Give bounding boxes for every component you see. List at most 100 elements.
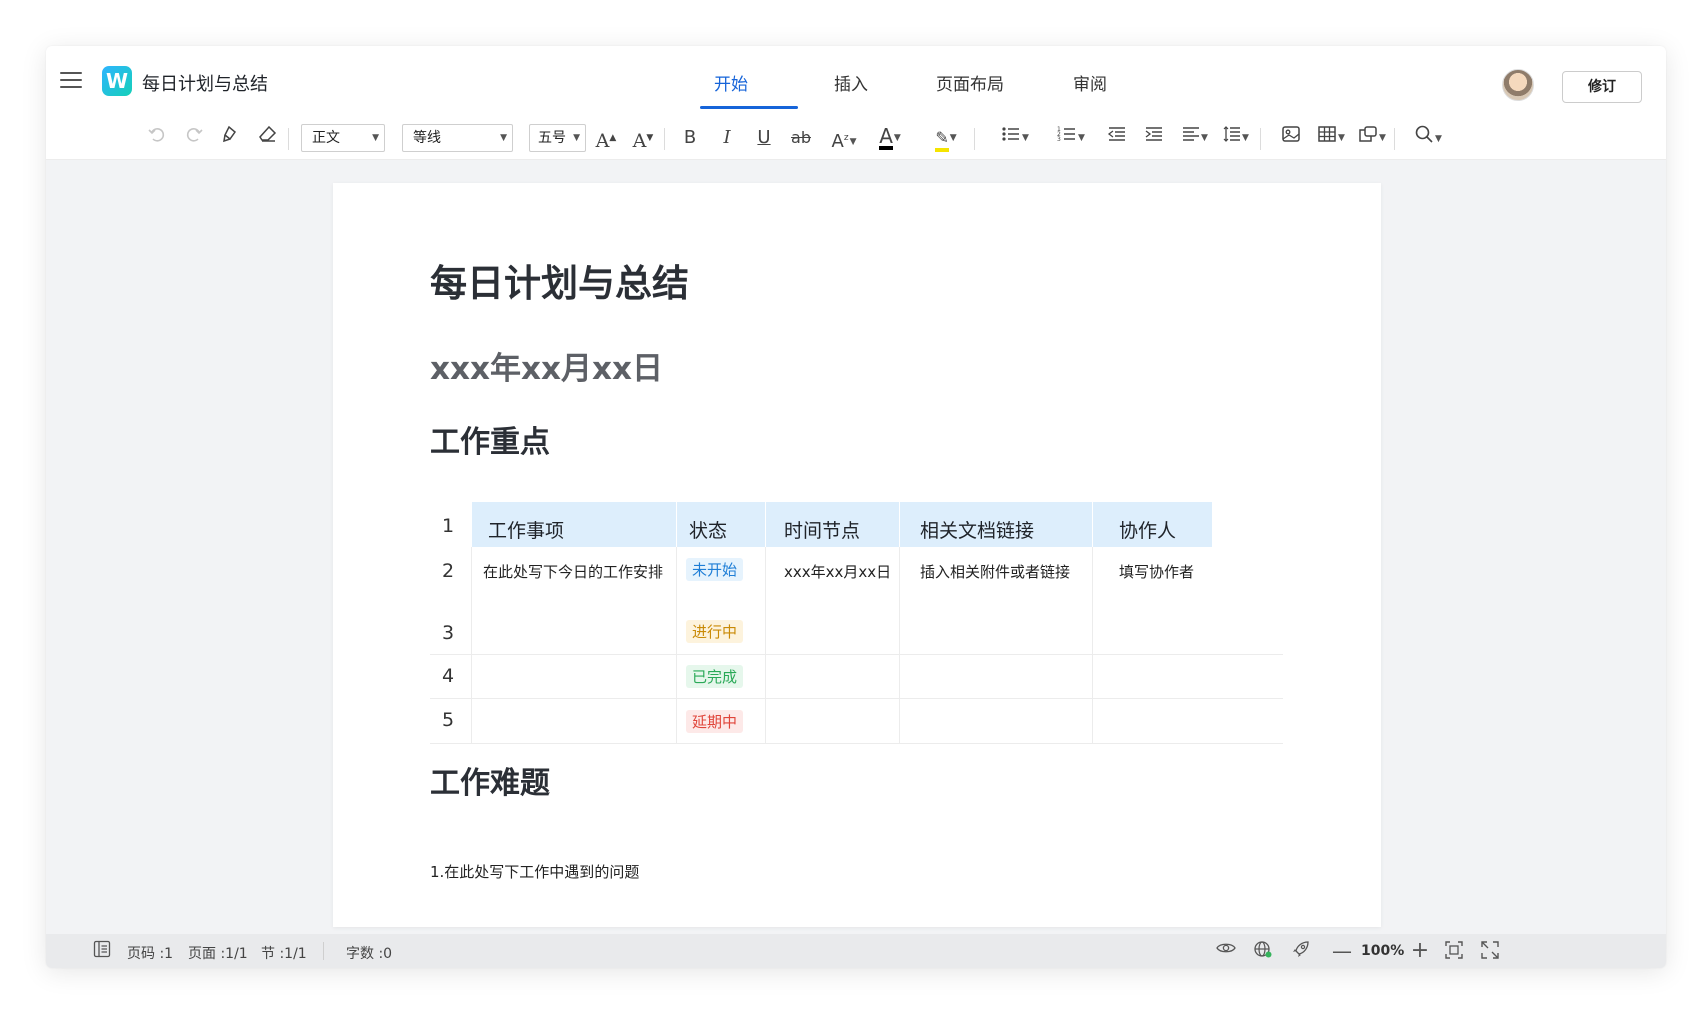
image-icon[interactable] xyxy=(1277,124,1305,152)
task-text: 在此处写下今日的工作安排 xyxy=(483,563,664,581)
row-number: 3 xyxy=(442,622,455,644)
row-number: 1 xyxy=(442,515,455,537)
status-badge[interactable]: 未开始 xyxy=(686,558,744,581)
time-cell[interactable]: xxx年xx月xx日 xyxy=(765,547,899,654)
font-color-icon[interactable]: A▼ xyxy=(870,124,910,152)
fullscreen-icon[interactable] xyxy=(1478,940,1502,962)
collaborator-cell[interactable] xyxy=(1092,655,1212,698)
time-cell[interactable] xyxy=(765,699,899,743)
bold-icon[interactable]: B xyxy=(676,124,704,152)
problem-paragraph: 1.在此处写下工作中遇到的问题 xyxy=(430,863,640,881)
link-text: 插入相关附件或者链接 xyxy=(920,563,1071,581)
ribbon-tabs: 开始 插入 页面布局 审阅 xyxy=(46,46,1666,112)
tab-page-layout[interactable]: 页面布局 xyxy=(936,70,1004,95)
link-cell[interactable] xyxy=(899,699,1092,743)
document-page[interactable]: 每日计划与总结 xxx年xx月xx日 工作重点 1 工作事项 状态 时间节点 相… xyxy=(333,183,1381,927)
collaborator-cell[interactable]: 填写协作者 xyxy=(1092,547,1212,654)
underline-icon[interactable]: U xyxy=(750,124,778,152)
header-cell: 时间节点 xyxy=(765,502,899,547)
section-label: 节 :1/1 xyxy=(261,946,307,962)
header-label: 相关文档链接 xyxy=(920,520,1035,542)
header-cell: 工作事项 xyxy=(471,502,676,547)
table-row[interactable]: 4 已完成 xyxy=(430,655,1283,699)
highlight-icon[interactable]: ✎▼ xyxy=(926,124,966,152)
avatar[interactable] xyxy=(1502,69,1534,101)
document-date: xxx年xx月xx日 xyxy=(430,351,663,387)
italic-icon[interactable]: I xyxy=(713,124,741,152)
indent-icon[interactable] xyxy=(1140,124,1168,152)
numbered-list-icon[interactable]: 1 2 3 ▼ xyxy=(1052,124,1090,152)
header-label: 状态 xyxy=(689,520,728,542)
rocket-icon[interactable] xyxy=(1289,940,1313,962)
row-number-cell: 4 xyxy=(430,655,471,698)
status-cell[interactable]: 已完成 xyxy=(676,655,765,698)
editor-window: W 每日计划与总结 开始 插入 页面布局 审阅 修订 正文 ▼ 等线 ▼ 五号 ▼ A… xyxy=(46,46,1666,968)
statusbar-divider xyxy=(323,942,324,960)
fit-page-icon[interactable] xyxy=(1442,940,1466,962)
bullet-list-icon[interactable]: ▼ xyxy=(996,124,1034,152)
header-cell: 状态 xyxy=(676,502,765,547)
search-icon[interactable]: ▼ xyxy=(1408,124,1448,152)
tab-review[interactable]: 审阅 xyxy=(1073,70,1107,95)
toolbar-divider xyxy=(1394,128,1395,150)
title-bar: W 每日计划与总结 开始 插入 页面布局 审阅 修订 xyxy=(46,46,1666,112)
chevron-down-icon: ▼ xyxy=(372,133,379,143)
table-row[interactable]: 5 延期中 xyxy=(430,699,1283,744)
row-number: 5 xyxy=(442,709,455,731)
revise-button[interactable]: 修订 xyxy=(1562,71,1642,103)
link-cell[interactable] xyxy=(899,655,1092,698)
header-label: 工作事项 xyxy=(488,520,565,542)
tab-insert[interactable]: 插入 xyxy=(834,70,868,95)
status-badge[interactable]: 延期中 xyxy=(686,710,744,733)
strikethrough-icon[interactable]: ab xyxy=(787,124,815,152)
font-increase-icon[interactable]: A▲ xyxy=(592,124,620,152)
font-decrease-icon[interactable]: A▼ xyxy=(629,124,657,152)
header-label: 时间节点 xyxy=(784,520,861,542)
chevron-down-icon: ▼ xyxy=(500,133,507,143)
word-count-label[interactable]: 字数 :0 xyxy=(346,943,392,963)
status-cell[interactable]: 延期中 xyxy=(676,699,765,743)
status-badge[interactable]: 已完成 xyxy=(686,665,744,688)
globe-icon[interactable] xyxy=(1251,940,1275,962)
font-size-value: 五号 xyxy=(538,130,566,146)
zoom-in-icon[interactable]: + xyxy=(1408,940,1432,962)
format-painter-icon[interactable] xyxy=(217,124,245,152)
superscript-icon[interactable]: Az▼ xyxy=(826,124,862,152)
zoom-out-icon[interactable]: — xyxy=(1330,940,1354,962)
undo-icon[interactable] xyxy=(143,124,171,152)
section-heading-problems: 工作难题 xyxy=(430,766,550,801)
outdent-icon[interactable] xyxy=(1103,124,1131,152)
font-family-select[interactable]: 等线 ▼ xyxy=(402,124,513,152)
paragraph-style-value: 正文 xyxy=(312,130,340,146)
redo-icon[interactable] xyxy=(180,124,208,152)
font-family-value: 等线 xyxy=(413,130,441,146)
chevron-down-icon: ▼ xyxy=(573,133,580,143)
paragraph-style-select[interactable]: 正文 ▼ xyxy=(301,124,385,152)
task-cell[interactable] xyxy=(471,699,676,743)
status-badge[interactable]: 进行中 xyxy=(686,620,744,643)
header-cell: 相关文档链接 xyxy=(899,502,1092,547)
task-cell[interactable] xyxy=(471,655,676,698)
toolbar-divider xyxy=(664,128,665,150)
shape-icon[interactable]: ▼ xyxy=(1355,124,1389,152)
row-number-cell: 2 3 xyxy=(430,547,471,654)
section-heading-focus: 工作重点 xyxy=(430,425,550,460)
font-size-select[interactable]: 五号 ▼ xyxy=(529,124,586,152)
line-spacing-icon[interactable]: ▼ xyxy=(1218,124,1254,152)
task-cell[interactable]: 在此处写下今日的工作安排 xyxy=(471,547,676,654)
toolbar-divider xyxy=(974,128,975,150)
zoom-level[interactable]: 100% xyxy=(1361,943,1404,959)
link-cell[interactable]: 插入相关附件或者链接 xyxy=(899,547,1092,654)
table-row[interactable]: 2 3 在此处写下今日的工作安排 未开始 进行中 xxx年xx月xx日 插入相关… xyxy=(430,547,1283,655)
eraser-icon[interactable] xyxy=(254,124,282,152)
header-label: 协作人 xyxy=(1119,520,1177,542)
row-number-cell: 1 xyxy=(430,502,471,547)
outline-panel-icon[interactable] xyxy=(90,940,114,962)
collaborator-cell[interactable] xyxy=(1092,699,1212,743)
tab-start[interactable]: 开始 xyxy=(714,70,748,95)
align-icon[interactable]: ▼ xyxy=(1177,124,1213,152)
time-cell[interactable] xyxy=(765,655,899,698)
eye-icon[interactable] xyxy=(1214,940,1238,962)
status-cell[interactable]: 未开始 进行中 xyxy=(676,547,765,654)
table-icon[interactable]: ▼ xyxy=(1314,124,1348,152)
